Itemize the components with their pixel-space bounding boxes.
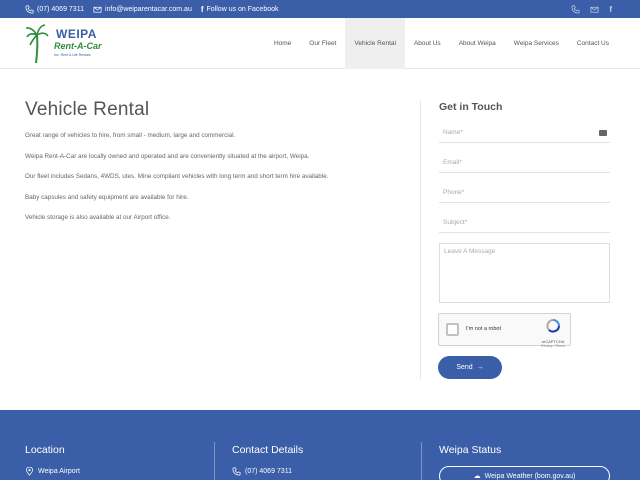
recaptcha-widget: I'm not a robot reCAPTCHA Privacy - Term… — [438, 313, 571, 348]
footer-contact-title: Contact Details — [232, 444, 304, 456]
footer-phone-text: (07) 4069 7311 — [245, 468, 292, 475]
send-label: Send — [456, 364, 473, 371]
footer-location-title: Location — [25, 444, 65, 456]
recaptcha-logo: reCAPTCHA Privacy - Terms — [540, 319, 566, 348]
logo-line1: WEIPA — [56, 27, 97, 41]
nav-home[interactable]: Home — [265, 18, 300, 69]
arrow-right-icon: → — [476, 364, 484, 371]
contact-card-icon — [599, 130, 607, 136]
nav-contact-us[interactable]: Contact Us — [568, 18, 618, 69]
topbar-email-link[interactable]: info@weiparentacar.com.au — [93, 5, 192, 14]
email-input[interactable]: Email* — [439, 155, 610, 173]
email-placeholder: Email* — [443, 159, 462, 166]
recaptcha-label: I'm not a robot — [466, 326, 501, 332]
weather-button[interactable]: ☁ Weipa Weather (bom.gov.au) — [439, 466, 610, 486]
topbar-phone: (07) 4069 7311 — [37, 5, 84, 13]
recaptcha-terms[interactable]: Privacy - Terms — [540, 344, 566, 348]
content-paragraph: Our fleet includes Sedans, 4WDS, utes. M… — [25, 173, 329, 180]
footer-contact-phone[interactable]: (07) 4069 7311 — [232, 467, 292, 476]
footer-divider — [421, 442, 422, 480]
subject-input[interactable]: Subject* — [439, 215, 610, 233]
content-paragraph: Vehicle storage is also available at our… — [25, 214, 171, 221]
footer-location-text: Weipa Airport — [38, 468, 80, 475]
nav-our-fleet[interactable]: Our Fleet — [300, 18, 345, 69]
nav-vehicle-rental[interactable]: Vehicle Rental — [345, 18, 405, 69]
topbar-email: info@weiparentacar.com.au — [104, 5, 192, 13]
nav-about-weipa[interactable]: About Weipa — [450, 18, 505, 69]
top-bar: (07) 4069 7311 info@weiparentacar.com.au… — [0, 0, 640, 18]
message-textarea[interactable]: Leave A Message — [439, 243, 610, 303]
content-paragraph: Weipa Rent-A-Car are locally owned and o… — [25, 153, 310, 160]
page-title: Vehicle Rental — [25, 99, 150, 120]
phone-input[interactable]: Phone* — [439, 185, 610, 203]
subject-placeholder: Subject* — [443, 219, 468, 226]
facebook-icon: f — [200, 4, 204, 14]
recaptcha-checkbox[interactable] — [446, 323, 459, 336]
envelope-icon[interactable] — [590, 5, 599, 14]
message-placeholder: Leave A Message — [444, 248, 496, 255]
recaptcha-icon — [546, 319, 560, 333]
footer-location-line[interactable]: Weipa Airport — [25, 467, 80, 476]
phone-icon[interactable] — [571, 5, 580, 14]
map-pin-icon — [25, 467, 34, 476]
phone-placeholder: Phone* — [443, 189, 465, 196]
name-placeholder: Name* — [443, 129, 463, 136]
main-nav: Home Our Fleet Vehicle Rental About Us A… — [265, 18, 618, 69]
logo-tagline: Inc. Rent & Ute Rentals — [54, 53, 91, 57]
footer-status-title: Weipa Status — [439, 444, 502, 456]
site-header: WEIPA Rent-A-Car Inc. Rent & Ute Rentals… — [0, 18, 640, 69]
nav-weipa-services[interactable]: Weipa Services — [505, 18, 568, 69]
content-paragraph: Baby capsules and safety equipment are a… — [25, 194, 189, 201]
nav-about-us[interactable]: About Us — [405, 18, 450, 69]
topbar-phone-link[interactable]: (07) 4069 7311 — [25, 5, 84, 14]
site-footer: Location Weipa Airport Contact Details (… — [0, 410, 640, 486]
logo-line2: Rent-A-Car — [54, 41, 102, 51]
topbar-facebook: Follow us on Facebook — [206, 5, 279, 13]
footer-divider — [214, 442, 215, 480]
name-input[interactable]: Name* — [439, 125, 610, 143]
column-divider — [420, 100, 421, 380]
phone-icon — [25, 5, 34, 13]
cloud-icon: ☁ — [473, 473, 481, 480]
weather-label: Weipa Weather (bom.gov.au) — [484, 472, 576, 480]
envelope-icon — [93, 6, 102, 13]
content-paragraph: Great range of vehicles to hire, from sm… — [25, 132, 236, 139]
site-logo[interactable]: WEIPA Rent-A-Car Inc. Rent & Ute Rentals — [25, 23, 106, 65]
phone-icon — [232, 467, 241, 476]
send-button[interactable]: Send → — [438, 356, 502, 379]
facebook-icon[interactable]: f — [609, 5, 612, 14]
topbar-facebook-link[interactable]: f Follow us on Facebook — [201, 5, 279, 14]
contact-form-title: Get in Touch — [439, 101, 503, 113]
